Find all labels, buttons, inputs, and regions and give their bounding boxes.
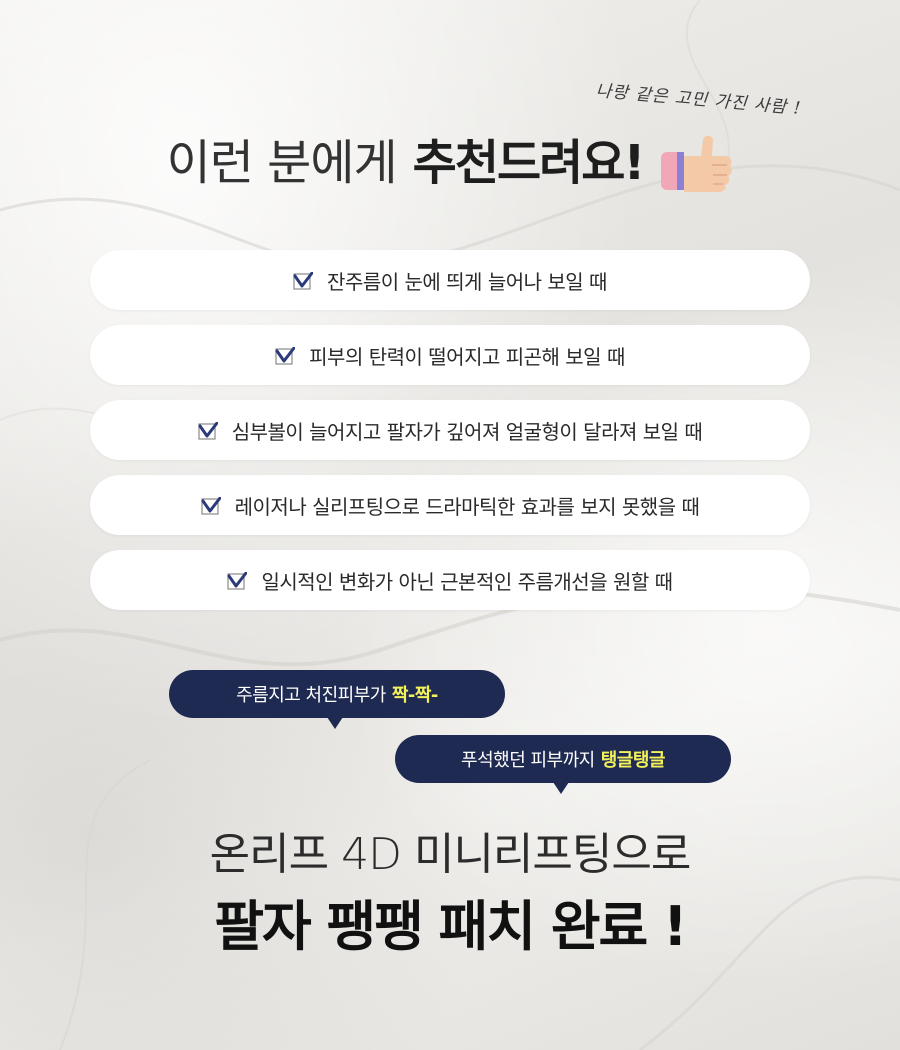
bubble-highlight: 탱글탱글 [600, 750, 666, 771]
subtitle: 온리프 4D 미니리프팅으로 [209, 829, 692, 880]
recommendation-list: 잔주름이 눈에 띄게 늘어나 보일 때 피부의 탄력이 떨어지고 피곤해 보일 … [90, 250, 810, 625]
page-headline: 이런 분에게 추천드려요! [0, 132, 900, 194]
bubble-text: 주름지고 처진피부가 [236, 685, 386, 706]
list-item-text: 잔주름이 눈에 띄게 늘어나 보일 때 [327, 269, 607, 294]
bubble-text: 푸석했던 피부까지 [461, 750, 595, 771]
speech-bubble-2: 푸석했던 피부까지 탱글탱글 [395, 735, 731, 794]
headline-light: 이런 분에게 [166, 135, 398, 191]
checkbox-check-icon [201, 497, 221, 515]
bubble-highlight: 짝-짝- [391, 685, 439, 706]
bubble-tail [553, 782, 569, 794]
speech-bubble-1: 주름지고 처진피부가 짝-짝- [169, 670, 505, 729]
checkbox-check-icon [198, 422, 218, 440]
checkbox-check-icon [293, 272, 314, 290]
list-item: 일시적인 변화가 아닌 근본적인 주름개선을 원할 때 [90, 550, 810, 610]
list-item-text: 일시적인 변화가 아닌 근본적인 주름개선을 원할 때 [261, 569, 673, 594]
bubble-tail [327, 717, 343, 729]
checkbox-check-icon [275, 347, 296, 365]
final-title: 팔자 팽팽 패치 완료 ! [214, 895, 687, 958]
list-item-text: 레이저나 실리프팅으로 드라마틱한 효과를 보지 못했을 때 [234, 494, 700, 519]
list-item: 잔주름이 눈에 띄게 늘어나 보일 때 [90, 250, 810, 310]
list-item: 피부의 탄력이 떨어지고 피곤해 보일 때 [90, 325, 810, 385]
list-item-text: 피부의 탄력이 떨어지고 피곤해 보일 때 [309, 344, 625, 369]
list-item: 레이저나 실리프팅으로 드라마틱한 효과를 보지 못했을 때 [90, 475, 810, 535]
checkbox-check-icon [227, 572, 248, 590]
thumbs-up-icon [659, 132, 733, 194]
headline-bold: 추천드려요! [412, 135, 646, 191]
list-item: 심부볼이 늘어지고 팔자가 깊어져 얼굴형이 달라져 보일 때 [90, 400, 810, 460]
list-item-text: 심부볼이 늘어지고 팔자가 깊어져 얼굴형이 달라져 보일 때 [231, 419, 703, 444]
